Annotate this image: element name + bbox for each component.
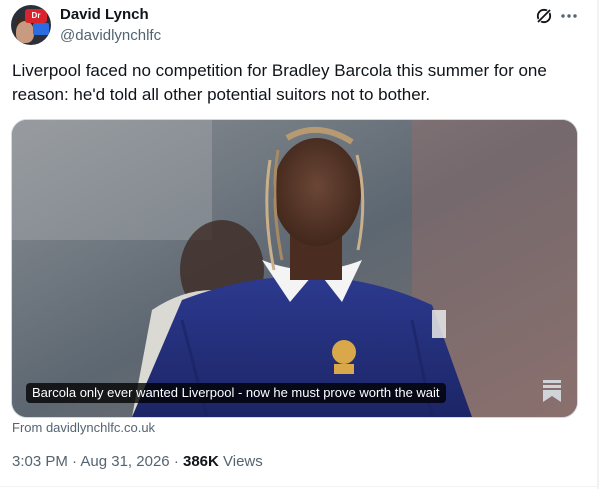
more-dots-icon[interactable] <box>559 6 579 26</box>
card-caption: Barcola only ever wanted Liverpool - now… <box>26 383 446 403</box>
tweet-meta: 3:03 PM · Aug 31, 2026 · 386K Views <box>12 453 263 470</box>
author-handle[interactable]: @davidlynchlfc <box>60 27 161 44</box>
tweet-time[interactable]: 3:03 PM <box>12 453 68 470</box>
card-source[interactable]: From davidlynchlfc.co.uk <box>12 420 155 435</box>
avatar-badge: Dr <box>25 9 47 23</box>
views-label: Views <box>223 453 263 470</box>
avatar[interactable]: Dr <box>11 5 51 45</box>
link-card[interactable]: Barcola only ever wanted Liverpool - now… <box>11 119 578 418</box>
tweet-date[interactable]: Aug 31, 2026 <box>80 453 169 470</box>
divider <box>0 486 597 487</box>
grok-slash-icon[interactable] <box>534 6 554 26</box>
article-photo <box>12 120 577 417</box>
tweet-text: Liverpool faced no competition for Bradl… <box>12 61 547 104</box>
views-count[interactable]: 386K <box>183 453 219 470</box>
author-name[interactable]: David Lynch <box>60 6 149 23</box>
tweet-header: Dr David Lynch @davidlynchlfc <box>11 5 586 49</box>
meta-separator: · <box>72 453 78 470</box>
meta-separator: · <box>173 453 179 470</box>
bookmark-icon[interactable] <box>539 376 565 404</box>
